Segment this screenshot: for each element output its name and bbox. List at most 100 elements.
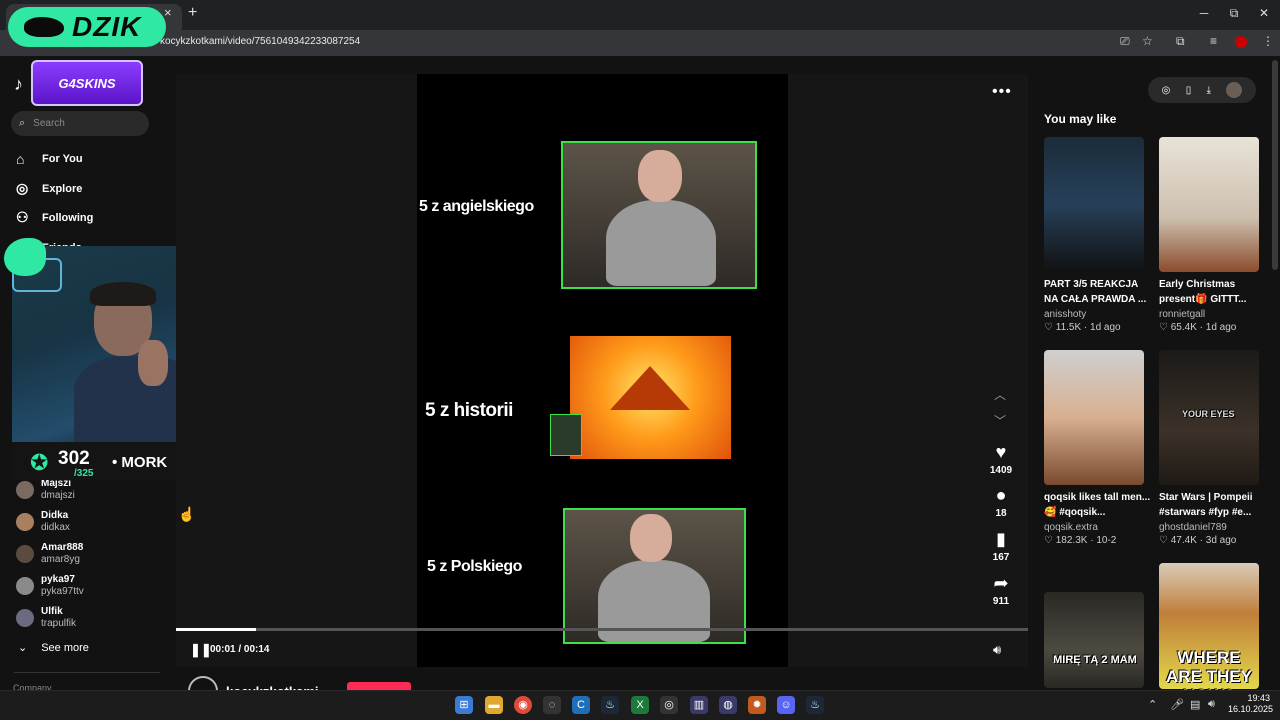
save-button[interactable]: ▮ 167	[986, 529, 1016, 563]
video-thumbnail[interactable]	[1159, 137, 1259, 272]
restore-button[interactable]: ⧉	[1224, 6, 1244, 21]
dzik-logo: DZIK	[8, 7, 166, 47]
app-icon[interactable]: C	[572, 696, 590, 714]
following-account[interactable]: Didka didkax	[16, 510, 70, 534]
scrollbar[interactable]	[1272, 60, 1278, 270]
close-window-button[interactable]: ✕	[1254, 6, 1274, 20]
volume-icon[interactable]: 🔊︎	[1208, 698, 1215, 711]
recommended-video-card[interactable]: qoqsik likes tall men... 🥰 #qoqsik... qo…	[1044, 350, 1150, 546]
video-thumbnail[interactable]	[1044, 592, 1144, 688]
divider	[14, 672, 160, 673]
card-title[interactable]: Early Christmas present🎁 GITTT...	[1159, 277, 1269, 307]
tiktok-logo-icon[interactable]: ♪	[14, 74, 23, 95]
microphone-icon[interactable]: 🎤︎	[1170, 698, 1184, 711]
pyramid-graphic	[610, 366, 690, 410]
video-thumbnail[interactable]	[1044, 137, 1144, 272]
chrome-icon[interactable]: ◉	[514, 696, 532, 714]
comment-icon: ●	[995, 485, 1007, 505]
see-more-label: See more	[41, 641, 89, 654]
minimize-button[interactable]: ─	[1194, 6, 1214, 20]
app-icon[interactable]: ◌	[543, 696, 561, 714]
card-username[interactable]: ghostdaniel789	[1159, 522, 1259, 533]
cast-icon[interactable]: ⎚	[1120, 34, 1130, 49]
card-username[interactable]: qoqsik.extra	[1044, 522, 1144, 533]
star-icon: ✪	[30, 450, 49, 475]
search-input[interactable]: ⌕ Search	[11, 111, 149, 136]
caption-english: 5 z angielskiego	[419, 198, 534, 215]
you-may-like-title: You may like	[1044, 112, 1117, 126]
recommended-video-card[interactable]: Star Wars | Pompeii #starwars #fyp #e...…	[1159, 350, 1259, 546]
following-account[interactable]: Amar888 amar8yg	[16, 542, 83, 566]
pause-button[interactable]: ❚❚	[190, 642, 212, 658]
thumbnail-overlay-text: MIRĘ TĄ 2 MAM	[1053, 654, 1137, 666]
like-button[interactable]: ♥ 1409	[986, 442, 1016, 476]
app-icon[interactable]: ◎	[660, 696, 678, 714]
card-username[interactable]: ronnietgall	[1159, 309, 1259, 320]
extensions-icon[interactable]: ⧉	[1176, 34, 1185, 49]
recommended-video-card[interactable]: PART 3/5 REAKCJA NA CAŁA PRAWDA ... anis…	[1044, 137, 1146, 333]
clock-date: 16.10.2025	[1228, 704, 1274, 714]
following-account[interactable]: Majszi dmajszi	[16, 478, 75, 502]
bookmark-star-icon[interactable]: ☆	[1142, 34, 1153, 48]
g4skins-text: G4SKINS	[58, 75, 116, 91]
dzik-text: DZIK	[72, 11, 142, 42]
file-explorer-icon[interactable]: ▬	[485, 696, 503, 714]
nav-following[interactable]: ⚇ Following	[16, 209, 93, 226]
recommended-video-card[interactable]: Early Christmas present🎁 GITTT... ronnie…	[1159, 137, 1259, 333]
following-account[interactable]: Ulfik trapulfik	[16, 606, 76, 630]
app-icon[interactable]: ◍	[719, 696, 737, 714]
card-title[interactable]: qoqsik likes tall men... 🥰 #qoqsik...	[1044, 490, 1154, 520]
share-button[interactable]: ➦ 911	[986, 573, 1016, 607]
taskbar-clock[interactable]: 19:43 16.10.2025	[1228, 693, 1274, 715]
caption-polish: 5 z Polskiego	[427, 558, 522, 575]
app-icon[interactable]: ✹	[748, 696, 766, 714]
time-display: 00:01 / 00:14	[210, 644, 270, 655]
nav-for-you[interactable]: ⌂ For You	[16, 151, 83, 167]
card-meta: ♡ 65.4K · 1d ago	[1159, 322, 1237, 333]
see-more-button[interactable]: ⌄ See more	[18, 641, 89, 655]
more-options-icon[interactable]: •••	[992, 83, 1012, 101]
search-placeholder: Search	[33, 118, 65, 129]
following-account[interactable]: pyka97 pyka97ttv	[16, 574, 84, 598]
nav-label: Following	[42, 211, 94, 224]
windows-start-icon[interactable]: ⊞	[455, 696, 473, 714]
discord-icon[interactable]: ☺	[777, 696, 795, 714]
user-avatar[interactable]	[1226, 82, 1243, 98]
device-icon[interactable]: ▯	[1186, 85, 1192, 96]
man-head-top	[638, 150, 682, 202]
comment-button[interactable]: ● 18	[986, 485, 1016, 519]
media-control-icon[interactable]: ≡	[1210, 34, 1217, 48]
coin-icon[interactable]: ◎	[1162, 85, 1171, 96]
new-tab-button[interactable]: +	[188, 4, 197, 22]
account-name: Didka	[41, 510, 69, 521]
card-age: 3d ago	[1205, 535, 1237, 546]
steam-icon[interactable]: ♨	[806, 696, 824, 714]
recommended-video-card[interactable]	[1044, 592, 1144, 688]
chevron-down-icon[interactable]: ﹀	[994, 412, 1006, 429]
streamer-name: • MORK	[112, 454, 168, 471]
volume-icon[interactable]: 🔊︎	[993, 642, 1001, 658]
tab-close-icon[interactable]: ×	[164, 5, 172, 20]
streamer-hand	[138, 340, 168, 386]
steam-icon[interactable]: ♨	[601, 696, 619, 714]
avatar	[16, 577, 34, 595]
card-title[interactable]: Star Wars | Pompeii #starwars #fyp #e...	[1159, 490, 1269, 520]
profile-icon[interactable]	[1235, 36, 1247, 48]
chevron-up-icon[interactable]: ⌃	[1148, 698, 1157, 711]
streamer-name-text: MORK	[121, 454, 168, 471]
download-icon[interactable]: ⤓	[1207, 85, 1211, 96]
account-name: Amar888	[41, 542, 84, 553]
progress-bar[interactable]	[176, 628, 1028, 631]
video-thumbnail[interactable]	[1044, 350, 1144, 485]
card-title[interactable]: PART 3/5 REAKCJA NA CAŁA PRAWDA ...	[1044, 277, 1154, 307]
nav-explore[interactable]: ◎ Explore	[16, 180, 82, 197]
card-username[interactable]: anisshoty	[1044, 309, 1144, 320]
browser-menu-icon[interactable]: ⋮	[1262, 34, 1274, 48]
card-likes: 11.5K	[1055, 322, 1082, 333]
network-icon[interactable]: ▤	[1190, 698, 1200, 711]
url-text[interactable]: kocykzkotkami/video/7561049342233087254	[160, 36, 360, 47]
chevron-up-icon[interactable]: ︿	[994, 386, 1006, 403]
app-icon[interactable]: ▥	[690, 696, 708, 714]
excel-icon[interactable]: X	[631, 696, 649, 714]
search-icon: ⌕	[19, 117, 26, 129]
